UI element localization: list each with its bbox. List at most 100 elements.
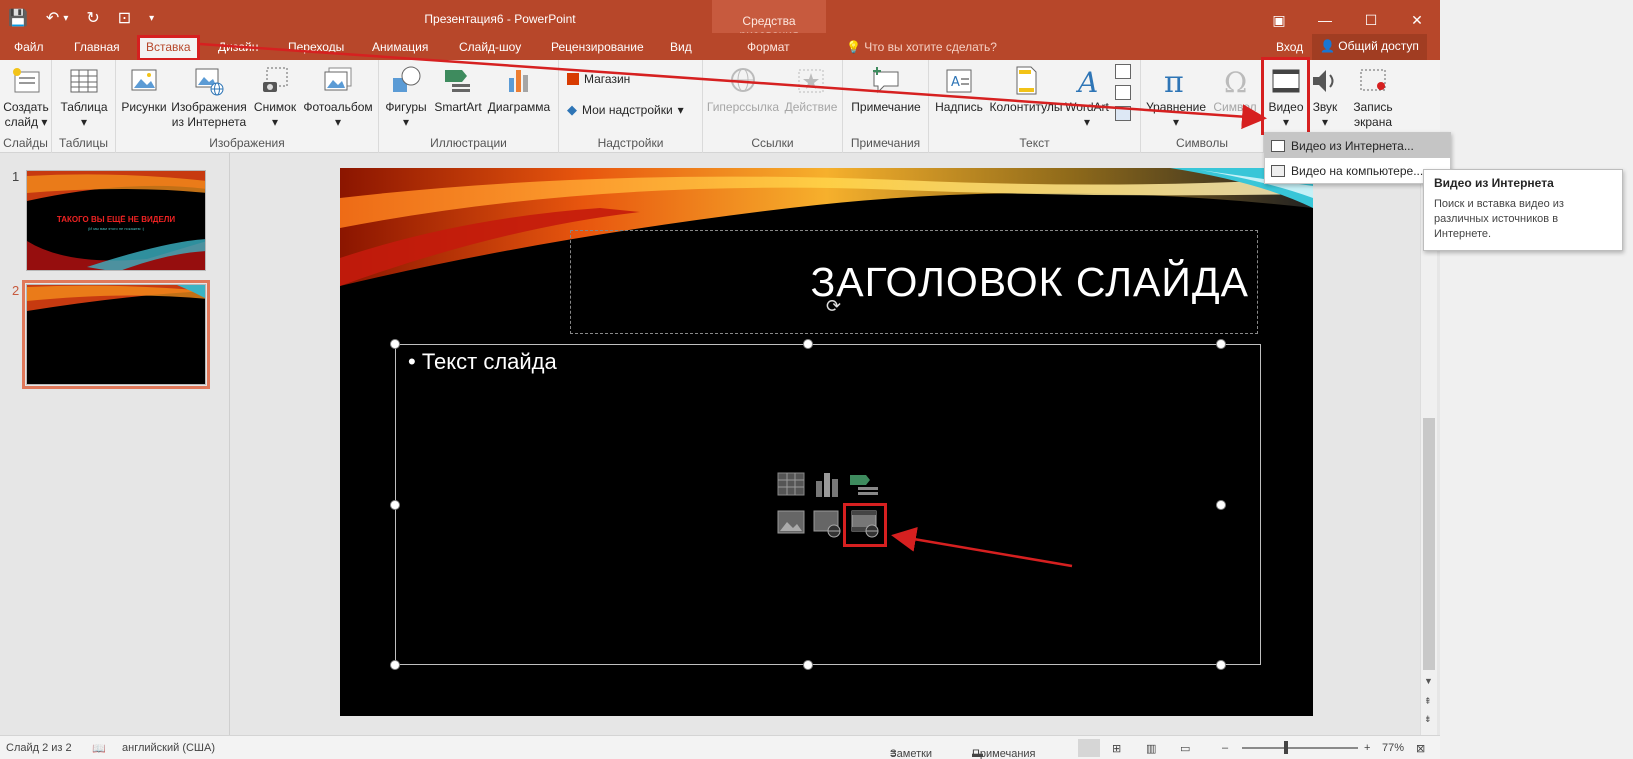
tab-format[interactable]: Формат: [747, 40, 790, 54]
hyperlink-icon: [731, 68, 755, 92]
slide-sorter-icon[interactable]: ⊞: [1112, 742, 1121, 755]
symbol-button[interactable]: Ω Символ: [1209, 64, 1261, 115]
resize-handle[interactable]: [803, 339, 813, 349]
speaker-icon: [1313, 70, 1334, 92]
film-icon: [1271, 164, 1285, 177]
table-button[interactable]: Таблица ▾: [60, 64, 108, 130]
tab-animations[interactable]: Анимация: [372, 40, 428, 54]
pictures-label: Рисунки: [121, 100, 167, 114]
table-icon: [70, 69, 98, 93]
tab-home[interactable]: Главная: [74, 40, 120, 54]
new-slide-button[interactable]: Создать слайд ▾: [3, 64, 49, 130]
tell-me-box[interactable]: 💡 Что вы хотите сделать?: [846, 40, 997, 54]
pictures-button[interactable]: Рисунки: [120, 64, 168, 115]
wordart-button[interactable]: A WordArt ▾: [1065, 64, 1109, 130]
ribbon-insert: Создать слайд ▾ Слайды Таблица ▾ Таблицы…: [0, 60, 1440, 153]
header-footer-button[interactable]: Колонтитулы: [987, 64, 1065, 115]
group-label-slides: Слайды: [3, 136, 48, 150]
insert-chart-icon[interactable]: [812, 471, 844, 501]
tab-design[interactable]: Дизайн: [218, 40, 258, 54]
slideshow-view-icon[interactable]: ▭: [1180, 742, 1190, 755]
resize-handle[interactable]: [390, 500, 400, 510]
date-time-icon[interactable]: [1115, 64, 1131, 79]
slide-title[interactable]: ЗАГОЛОВОК СЛАЙДА: [811, 259, 1249, 306]
resize-handle[interactable]: [1216, 660, 1226, 670]
hyperlink-label: Гиперссылка: [706, 100, 780, 114]
window-controls: ▣ — ☐ ✕: [1256, 0, 1440, 40]
comment-button[interactable]: Примечание: [847, 64, 925, 115]
content-placeholder[interactable]: • Текст слайда: [395, 344, 1261, 665]
resize-handle[interactable]: [1216, 500, 1226, 510]
close-button[interactable]: ✕: [1394, 0, 1440, 40]
tab-review[interactable]: Рецензирование: [551, 40, 644, 54]
online-video-icon: [1271, 139, 1285, 152]
resize-handle[interactable]: [1216, 339, 1226, 349]
audio-button[interactable]: Звук ▾: [1308, 64, 1342, 130]
tab-insert[interactable]: Вставка: [137, 35, 200, 61]
maximize-button[interactable]: ☐: [1348, 0, 1394, 40]
language-indicator[interactable]: английский (США): [122, 742, 215, 754]
desktop-background: [1440, 0, 1633, 759]
sign-in-link[interactable]: Вход: [1276, 40, 1303, 54]
photo-album-button[interactable]: Фотоальбом ▾: [302, 64, 374, 130]
tab-view[interactable]: Вид: [670, 40, 692, 54]
insert-smartart-icon[interactable]: [848, 471, 880, 501]
minimize-button[interactable]: —: [1302, 0, 1348, 40]
online-pictures-button[interactable]: Изображения из Интернета: [170, 64, 248, 130]
chart-button[interactable]: Диаграмма: [485, 64, 553, 115]
zoom-slider[interactable]: [1242, 747, 1358, 749]
action-button[interactable]: Действие: [783, 64, 839, 115]
zoom-slider-knob[interactable]: [1284, 741, 1288, 754]
scroll-thumb[interactable]: [1423, 418, 1435, 670]
ribbon-display-options-icon[interactable]: ▣: [1256, 0, 1302, 40]
hyperlink-button[interactable]: Гиперссылка: [705, 64, 781, 115]
tab-transitions[interactable]: Переходы: [288, 40, 344, 54]
scroll-down-icon[interactable]: ▼: [1424, 676, 1433, 686]
pi-icon: π: [1164, 65, 1184, 98]
screen-recording-button[interactable]: Запись экрана: [1344, 64, 1402, 130]
reading-view-icon[interactable]: ▥: [1146, 742, 1156, 755]
object-icon[interactable]: [1115, 106, 1131, 121]
menu-item-online-video[interactable]: Видео из Интернета...: [1265, 133, 1450, 158]
next-slide-icon[interactable]: ⇟: [1424, 714, 1432, 725]
slide-number-icon[interactable]: [1115, 85, 1131, 100]
resize-handle[interactable]: [803, 660, 813, 670]
group-label-text: Текст: [1019, 136, 1050, 150]
textbox-button[interactable]: A Надпись: [933, 64, 985, 115]
group-symbols: π Уравнение ▾ Ω Символ Символы: [1141, 60, 1264, 153]
slide-thumbnail-1[interactable]: ТАКОГО ВЫ ЕЩЁ НЕ ВИДЕЛИ (И мы вам этого …: [26, 170, 206, 271]
normal-view-icon[interactable]: [1078, 739, 1100, 757]
store-button[interactable]: Магазин: [567, 72, 630, 86]
my-addins-button[interactable]: ◆ Мои надстройки ▾: [567, 102, 684, 118]
spellcheck-icon[interactable]: 📖: [92, 742, 106, 755]
resize-handle[interactable]: [390, 660, 400, 670]
wordart-label: WordArt: [1065, 100, 1109, 114]
svg-text:π: π: [1164, 65, 1184, 98]
group-images: Рисунки Изображения из Интернета Снимок …: [116, 60, 379, 153]
tab-slideshow[interactable]: Слайд-шоу: [459, 40, 521, 54]
zoom-in-button[interactable]: +: [1364, 742, 1370, 754]
slide-canvas[interactable]: ЗАГОЛОВОК СЛАЙДА ⟳ • Текст слайда: [340, 168, 1313, 716]
insert-table-icon[interactable]: [776, 471, 808, 501]
new-slide-icon: [13, 68, 40, 93]
thumbnail-swoosh-graphic: [27, 285, 205, 311]
insert-picture-icon[interactable]: [776, 509, 808, 539]
previous-slide-icon[interactable]: ⇞: [1424, 696, 1432, 707]
slide-thumbnail-2[interactable]: [22, 280, 210, 389]
slide-body-text[interactable]: • Текст слайда: [408, 349, 557, 375]
equation-button[interactable]: π Уравнение ▾: [1145, 64, 1207, 130]
smartart-button[interactable]: SmartArt: [431, 64, 485, 115]
fit-slide-icon[interactable]: ⊠: [1416, 742, 1425, 755]
tab-file[interactable]: Файл: [14, 40, 44, 54]
group-label-illustrations: Иллюстрации: [430, 136, 507, 150]
title-placeholder[interactable]: ЗАГОЛОВОК СЛАЙДА: [570, 230, 1258, 334]
insert-online-picture-icon[interactable]: [812, 509, 844, 539]
shapes-button[interactable]: Фигуры ▾: [383, 64, 429, 130]
zoom-level[interactable]: 77%: [1382, 742, 1404, 754]
screenshot-button[interactable]: Снимок ▾: [252, 64, 298, 130]
rotate-handle-icon[interactable]: ⟳: [826, 296, 841, 317]
group-label-tables: Таблицы: [58, 136, 108, 150]
group-label-links: Ссылки: [751, 136, 794, 150]
resize-handle[interactable]: [390, 339, 400, 349]
zoom-out-button[interactable]: –: [1222, 742, 1228, 754]
